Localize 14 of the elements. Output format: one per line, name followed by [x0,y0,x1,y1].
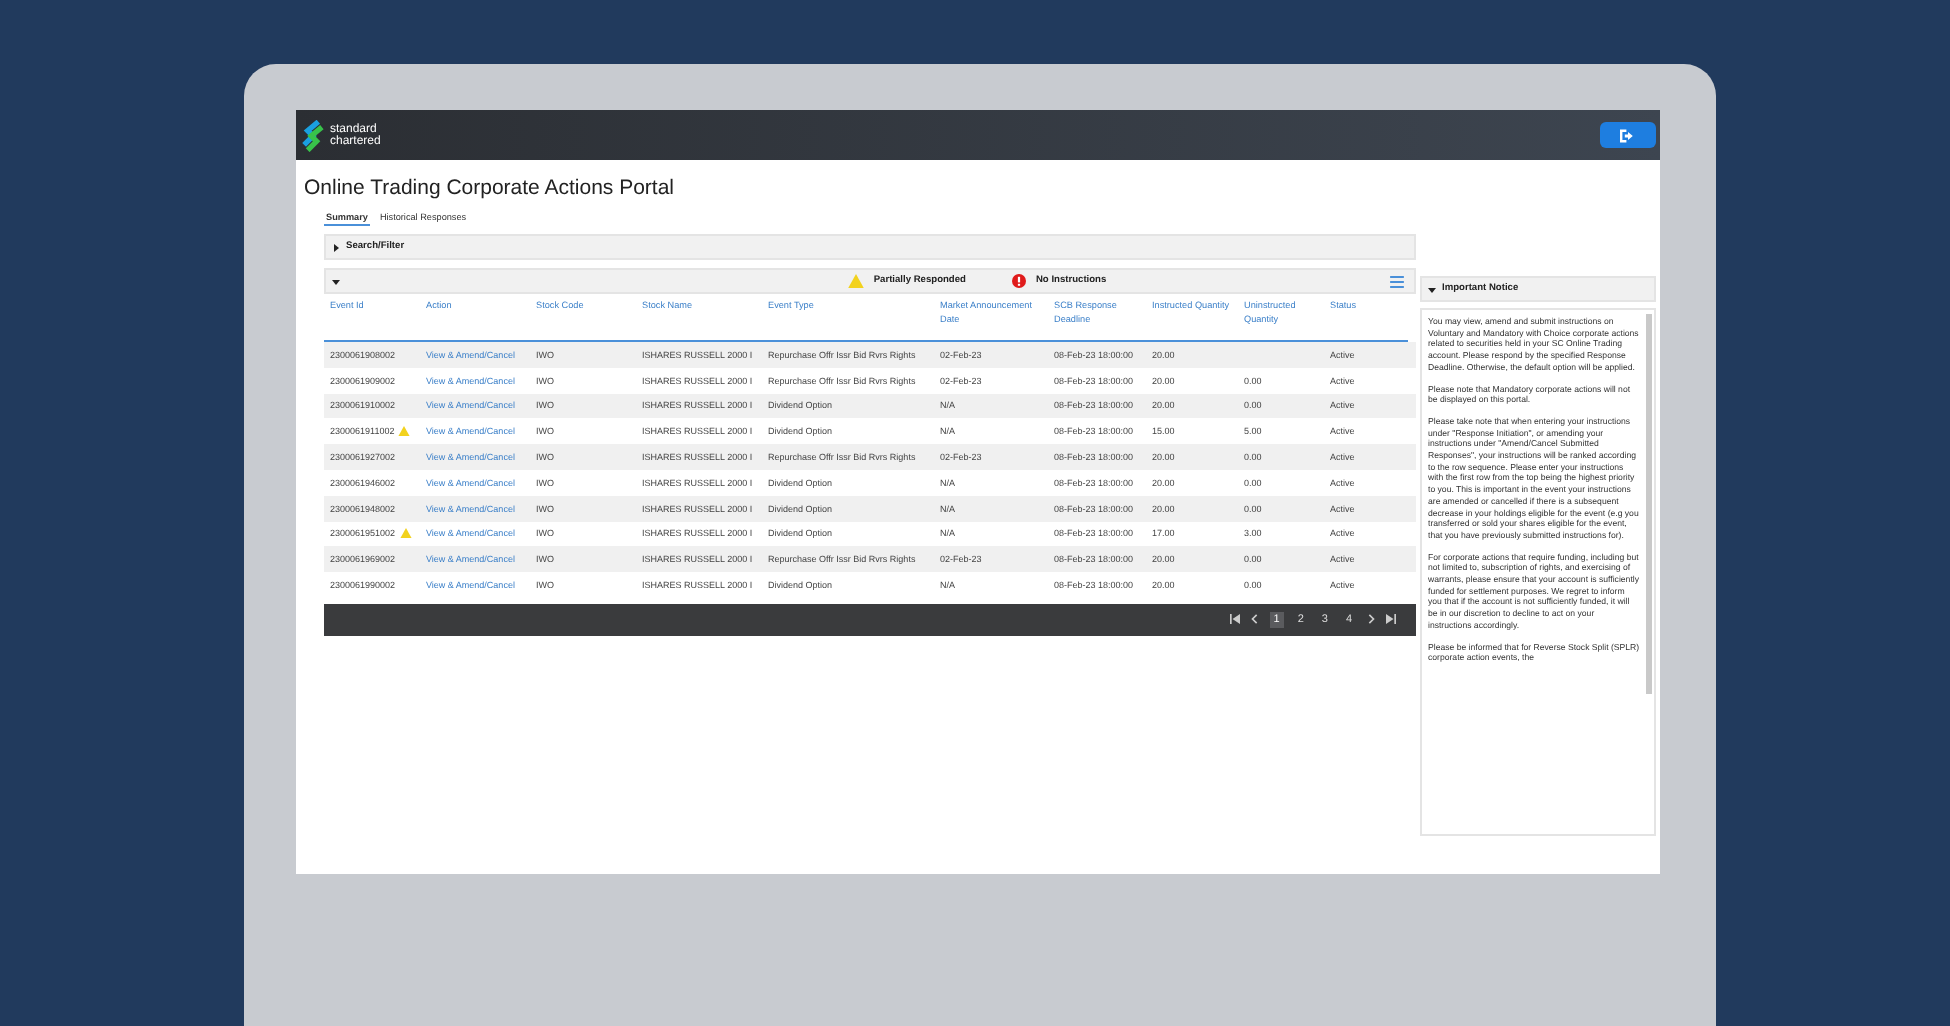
last-page-icon[interactable] [1386,614,1396,625]
logout-button[interactable] [1600,122,1656,148]
next-page-icon[interactable] [1366,614,1376,625]
logo-icon [302,119,324,151]
warning-icon [847,274,864,288]
previous-page-icon[interactable] [1249,614,1260,625]
menu-icon[interactable] [1390,275,1404,287]
caret-icon [332,243,340,251]
first-page-icon[interactable] [1229,614,1240,625]
caret-icon [1428,285,1436,293]
caret-icon[interactable] [332,277,340,285]
logout-icon [1618,127,1638,143]
page-title: Online Trading Corporate Actions Portal [304,176,677,200]
error-icon [1011,274,1026,288]
